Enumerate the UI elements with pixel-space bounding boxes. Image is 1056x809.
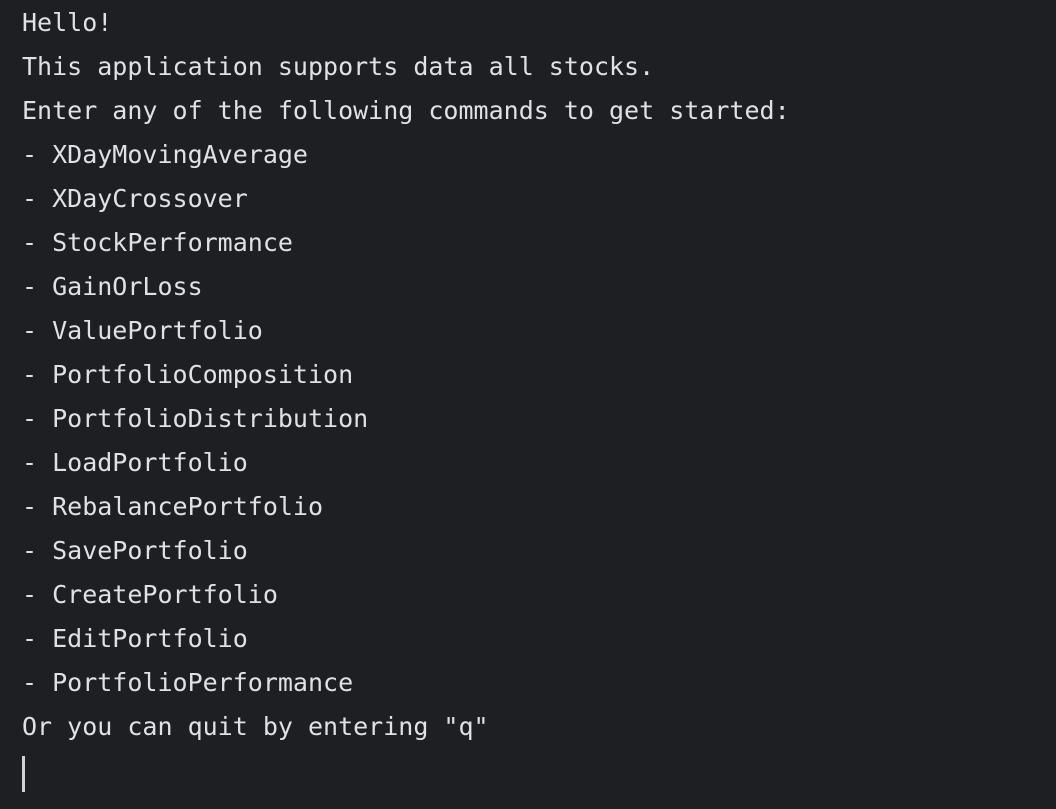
command-item-portfoliodistribution: - PortfolioDistribution [22, 404, 369, 433]
command-item-gainorloss: - GainOrLoss [22, 272, 203, 301]
console-input-line[interactable] [22, 749, 1056, 793]
command-item-editportfolio: - EditPortfolio [22, 624, 248, 653]
greeting-line: Hello! [22, 8, 113, 37]
command-item-portfoliocomposition: - PortfolioComposition [22, 360, 354, 389]
command-item-stockperformance: - StockPerformance [22, 228, 293, 257]
command-item-valueportfolio: - ValuePortfolio [22, 316, 263, 345]
command-item-saveportfolio: - SavePortfolio [22, 536, 248, 565]
command-item-loadportfolio: - LoadPortfolio [22, 448, 248, 477]
command-item-xdaymovingaverage: - XDayMovingAverage [22, 140, 308, 169]
command-item-xdaycrossover: - XDayCrossover [22, 184, 248, 213]
console-output[interactable]: Hello! This application supports data al… [0, 0, 1056, 809]
intro-line: This application supports data all stock… [22, 52, 655, 81]
command-item-createportfolio: - CreatePortfolio [22, 580, 278, 609]
text-cursor [22, 756, 25, 792]
command-item-portfolioperformance: - PortfolioPerformance [22, 668, 354, 697]
command-item-rebalanceportfolio: - RebalancePortfolio [22, 492, 324, 521]
prompt-line: Enter any of the following commands to g… [22, 96, 790, 125]
quit-hint-line: Or you can quit by entering "q" [22, 712, 489, 741]
